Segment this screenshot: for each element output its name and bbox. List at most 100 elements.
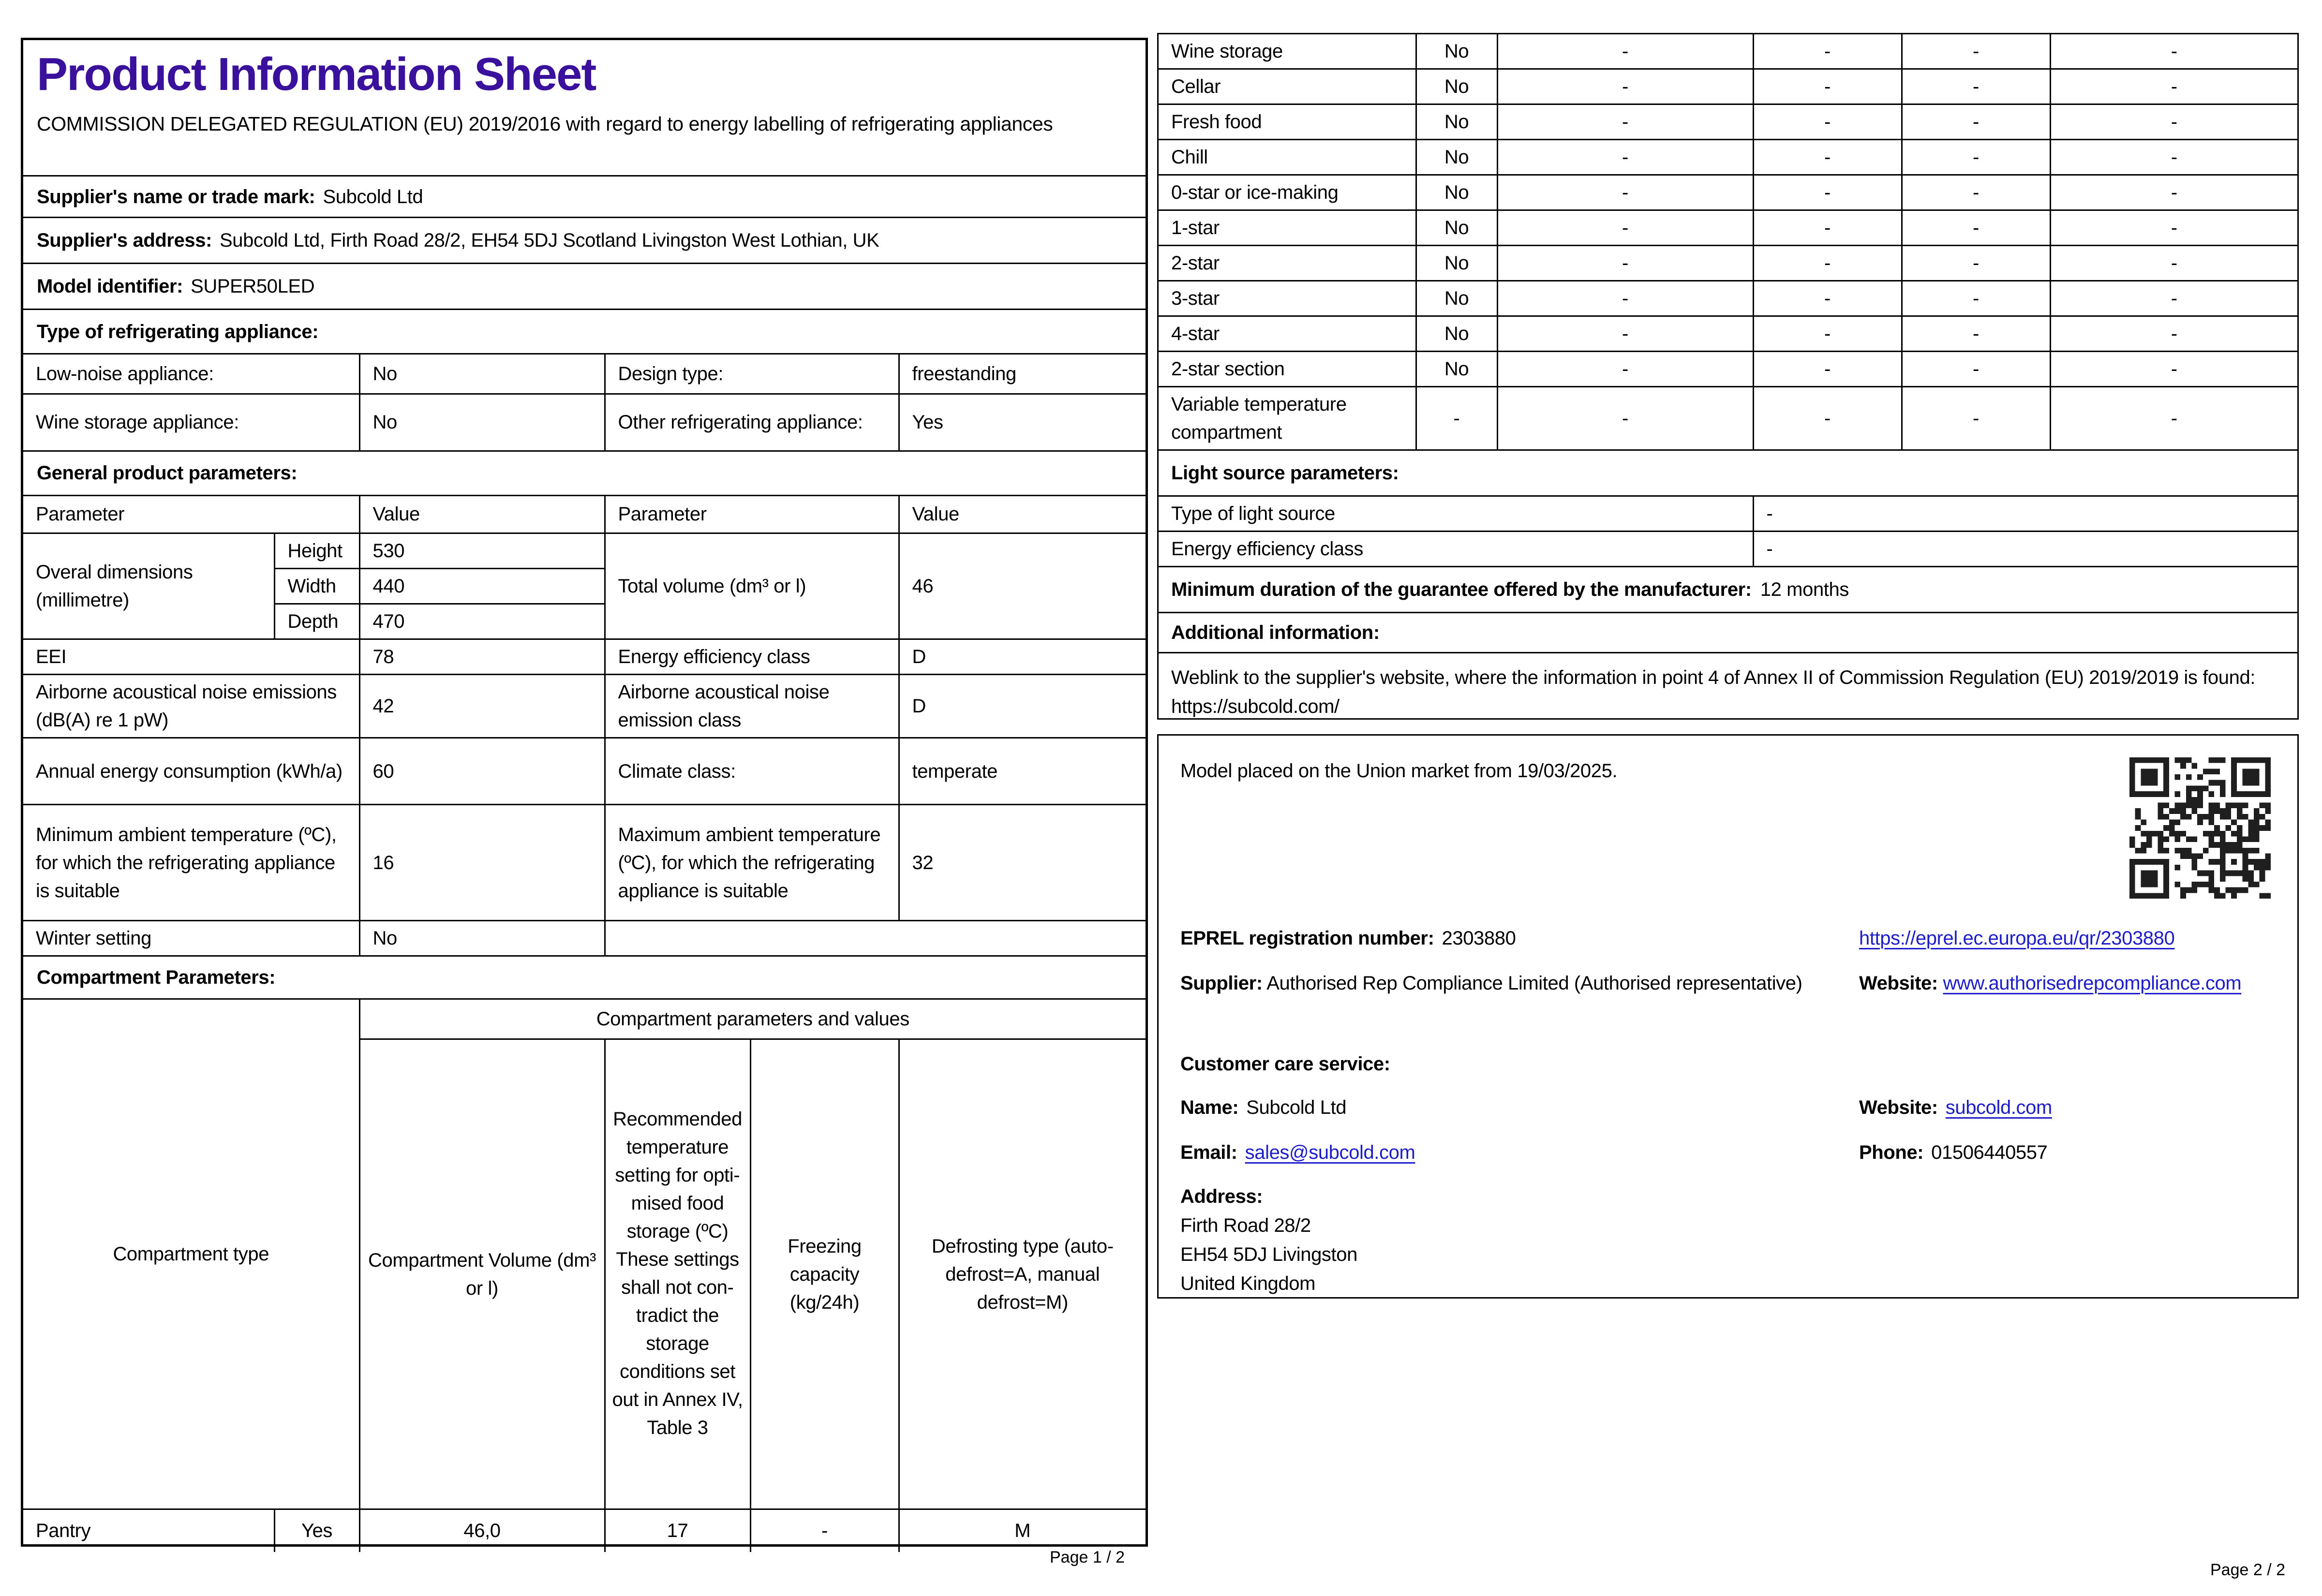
light-source-section-header: Light source parameters: (1158, 449, 2298, 497)
table-row: Energy efficiency class - (1158, 531, 2298, 567)
cell-present: - (1415, 386, 1498, 451)
phone-label: Phone: (1859, 1142, 1924, 1163)
table-row: Variable temperature compartment - - - -… (1158, 386, 2298, 451)
cell-value: freestanding (898, 353, 1146, 395)
eprel-value: 2303880 (1442, 928, 1516, 949)
cell-value: 32 (898, 804, 1146, 921)
column-header-defrost: Defrosting type (auto-defrost=A, manual … (898, 1038, 1146, 1510)
guarantee-label: Minimum duration of the guarantee offere… (1171, 579, 1752, 600)
model-identifier-label: Model identifier: (37, 276, 183, 297)
care-website-link[interactable]: subcold.com (1946, 1094, 2053, 1122)
cell-label: Winter setting (22, 920, 360, 956)
supplier-website-row: Website: www.authorisedrepcompliance.​co… (1859, 969, 2270, 998)
cell-defrost: - (2049, 103, 2298, 140)
cell-label: Airborne acoustical noise emis­sions (dB… (22, 674, 360, 739)
eprel-qr-link[interactable]: https://eprel.ec.europa.eu/qr/2303880 (1859, 924, 2175, 952)
type-section-header: Type of refrigerating appliance: (23, 309, 1146, 353)
cell-label: Design type: (604, 353, 900, 395)
cell-volume: - (1496, 209, 1754, 246)
cell-present: No (1415, 315, 1498, 352)
cell-defrost: - (2049, 174, 2298, 211)
cell-defrost: - (2049, 33, 2298, 70)
weblink-row: Weblink to the supplier's website, where… (1158, 652, 2298, 731)
cell-compartment-type: 2-star section (1158, 351, 1417, 387)
supplier-name-row: Supplier's name or trade mark: Subcold L… (23, 175, 1146, 217)
additional-info-section-header: Additional information: (1158, 612, 2298, 653)
cell-volume: - (1496, 68, 1754, 105)
table-row: Type of light source - (1158, 495, 2298, 532)
website-label: Website: (1859, 1097, 1938, 1118)
cell-temperature: - (1752, 103, 1903, 140)
email-link[interactable]: sales@subcold.com (1245, 1138, 1415, 1167)
table-row: EEI 78 Energy efficiency class D (22, 638, 1146, 675)
page2-registration-box: Model placed on the Union market from 19… (1157, 734, 2299, 1299)
cell-freezing: - (1901, 139, 2051, 176)
page1-sheet: Product Information Sheet COMMISSION DEL… (21, 38, 1148, 1552)
cell-value: 78 (358, 638, 606, 675)
cell-defrost: - (2049, 68, 2298, 105)
table-row: 1-star No - - - - (1158, 209, 2298, 246)
supplier-website-link[interactable]: www.authorisedrepcompliance.​com (1943, 973, 2241, 994)
cell-defrost: - (2049, 280, 2298, 317)
cell-volume: - (1496, 245, 1754, 281)
document-canvas: Product Information Sheet COMMISSION DEL… (0, 0, 2322, 1596)
cell-label: Low-noise appliance: (22, 353, 360, 395)
compartment-continuation-table: Wine storage No - - - - Cellar No - - - … (1158, 33, 2298, 731)
care-phone-row: Phone: 01506440557 (1859, 1138, 2048, 1167)
table-row: Winter setting No (22, 920, 1146, 956)
cell-value: 42 (358, 674, 606, 739)
table-row: Airborne acoustical noise emis­sions (dB… (22, 674, 1146, 739)
email-label: Email: (1180, 1142, 1237, 1163)
cell-temperature: - (1752, 174, 1903, 211)
address-line: Firth Road 28/2 (1180, 1215, 1311, 1236)
supplier-value: Authorised Rep Compliance Limited (Autho… (1266, 973, 1802, 994)
guarantee-value: 12 months (1760, 579, 1849, 600)
cell-present: No (1415, 68, 1498, 105)
temperature-header-bottom: These set­tings shall not con­tradict th… (612, 1248, 743, 1438)
cell-compartment-type: 3-star (1158, 280, 1417, 317)
cell-freezing: - (1901, 103, 2051, 140)
table-row: Minimum duration of the guarantee offere… (1158, 566, 2298, 613)
table-row: Additional information: (1158, 612, 2298, 653)
table-row: Annual energy consumption (kWh/a) 60 Cli… (22, 737, 1146, 805)
cell-freezing: - (1901, 68, 2051, 105)
table-row: Light source parameters: (1158, 449, 2298, 497)
cell-value: 60 (358, 737, 606, 805)
table-row: Wine storage No - - - - (1158, 33, 2298, 70)
cell-compartment-type: Fresh food (1158, 103, 1417, 140)
cell-present: No (1415, 33, 1498, 70)
column-header-volume: Compartment Vol­ume (dm³ or l) (358, 1038, 606, 1510)
general-parameters-table: EEI 78 Energy efficiency class D Airborn… (22, 638, 1146, 956)
website-label: Website: (1859, 973, 1938, 994)
model-identifier-row: Model identifier: SUPER50LED (23, 263, 1146, 309)
cell-freezing: - (1901, 174, 2051, 211)
cell-sublabel: Depth (273, 603, 360, 639)
cell-defrost: - (2049, 315, 2298, 352)
cell-volume: - (1496, 103, 1754, 140)
cell-value: D (898, 674, 1146, 739)
supplier-address-row: Supplier's address: Subcold Ltd, Firth R… (23, 217, 1146, 263)
address-line: United Kingdom (1180, 1273, 1316, 1294)
cell-present: No (1415, 139, 1498, 176)
cell-value: No (358, 920, 606, 956)
column-header-group: Compartment parameters and values (358, 998, 1146, 1040)
cell-label: Energy efficiency class (1158, 531, 1754, 567)
weblink-text: Weblink to the supplier's website, where… (1171, 666, 2255, 688)
cell-temperature: - (1752, 315, 1903, 352)
cell-defrost: - (2049, 386, 2298, 451)
phone-value: 01506440557 (1931, 1142, 2048, 1163)
cell-value: 440 (358, 568, 606, 605)
care-email-row: Email: sales@subcold.com (1180, 1138, 1415, 1167)
supplier-name-label: Supplier's name or trade mark: (37, 186, 315, 207)
cell-freezing: - (1901, 33, 2051, 70)
parameter-header-table: Parameter Value Parameter Value (22, 494, 1146, 533)
cell-label: EEI (22, 638, 360, 675)
name-label: Name: (1180, 1097, 1239, 1118)
table-row: Parameter Value Parameter Value (22, 494, 1146, 533)
table-row: 2-star section No - - - - (1158, 351, 2298, 387)
cell-defrost: - (2049, 139, 2298, 176)
cell-label: Energy efficiency class (604, 638, 900, 675)
compartment-section-header: Compartment Parameters: (23, 955, 1146, 998)
address-block: Address: Firth Road 28/2 EH54 5DJ Living… (1180, 1182, 1357, 1298)
qr-code (2129, 757, 2271, 899)
